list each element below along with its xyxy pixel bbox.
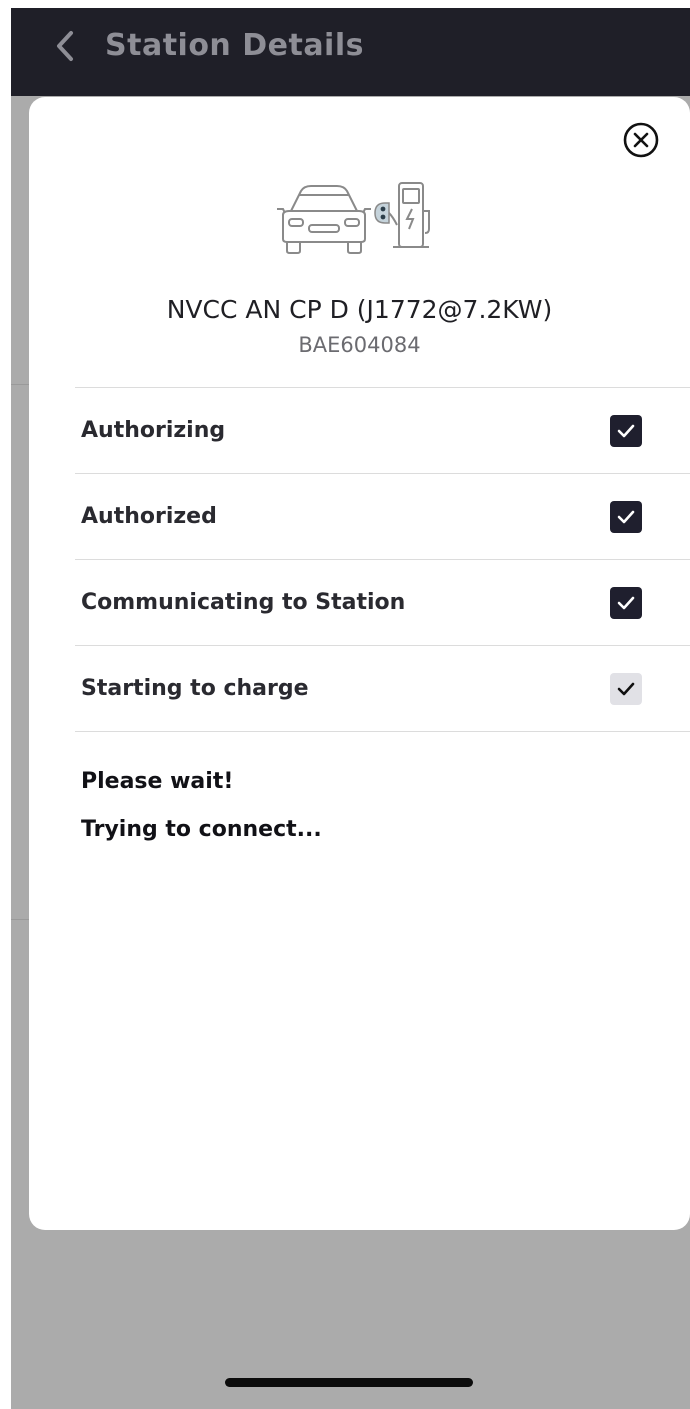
step-starting-charge: Starting to charge [75,646,690,732]
step-label: Authorized [81,504,217,529]
back-button[interactable] [45,26,85,66]
checkbox-checked [610,587,642,619]
checkbox-checked [610,501,642,533]
home-indicator[interactable] [225,1378,473,1387]
close-circle-icon [623,122,659,158]
check-icon [617,596,635,610]
step-communicating: Communicating to Station [75,560,690,646]
page-title: Station Details [105,28,364,63]
connecting-message: Trying to connect... [81,817,322,842]
check-icon [617,424,635,438]
car-charging-station-icon [277,182,430,254]
app-header: Station Details [11,8,690,96]
charging-status-modal: NVCC AN CP D (J1772@7.2KW) BAE604084 Aut… [29,97,690,1230]
screen: Station Details NVCC AN CP D (J1772@7.2K… [11,8,690,1409]
step-label: Authorizing [81,418,226,443]
step-authorizing: Authorizing [75,388,690,474]
progress-steps: Authorizing Authorized Communicating to … [75,387,690,732]
station-id: BAE604084 [298,333,421,357]
check-icon [617,682,635,696]
check-icon [617,510,635,524]
wait-message: Please wait! [81,769,234,794]
close-button[interactable] [622,121,660,159]
step-label: Communicating to Station [81,590,406,615]
step-label: Starting to charge [81,676,309,701]
step-authorized: Authorized [75,474,690,560]
chevron-left-icon [57,31,73,61]
checkbox-pending [610,673,642,705]
checkbox-checked [610,415,642,447]
station-name: NVCC AN CP D (J1772@7.2KW) [166,295,553,324]
